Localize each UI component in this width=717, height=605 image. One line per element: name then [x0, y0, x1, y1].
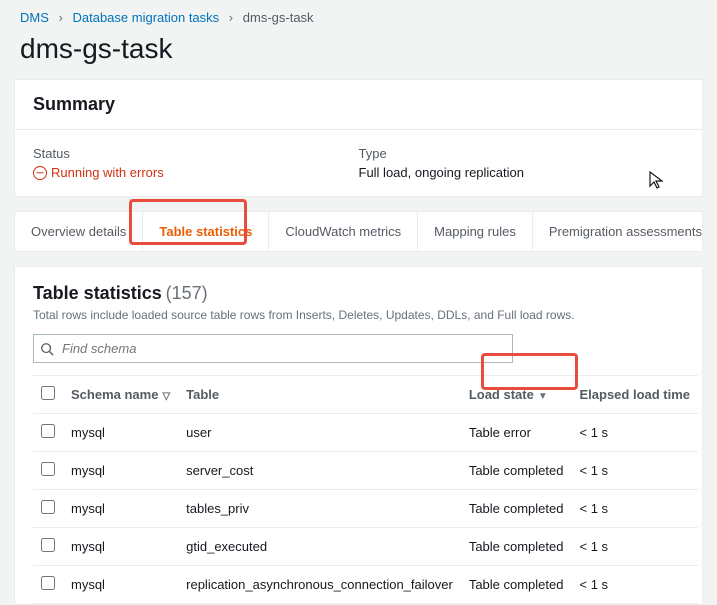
- tab-premigration-assessments[interactable]: Premigration assessments: [533, 212, 717, 251]
- stats-subtitle: Total rows include loaded source table r…: [33, 308, 684, 322]
- col-load-state[interactable]: Load state▼: [461, 376, 572, 414]
- table-row: mysqltables_privTable completed< 1 s: [33, 490, 698, 528]
- breadcrumb: DMS › Database migration tasks › dms-gs-…: [0, 0, 717, 29]
- sort-icon: ▽: [162, 391, 170, 402]
- error-icon: [33, 166, 47, 180]
- row-checkbox[interactable]: [41, 424, 55, 438]
- stats-title: Table statistics: [33, 283, 162, 303]
- cell-load-state: Table completed: [461, 490, 572, 528]
- col-table[interactable]: Table: [178, 376, 461, 414]
- breadcrumb-root[interactable]: DMS: [20, 10, 49, 25]
- chevron-right-icon: ›: [59, 10, 63, 25]
- row-checkbox[interactable]: [41, 500, 55, 514]
- cell-table: server_cost: [178, 452, 461, 490]
- status-text: Running with errors: [51, 165, 164, 180]
- tab-table-statistics[interactable]: Table statistics: [143, 212, 269, 251]
- status-label: Status: [33, 146, 359, 161]
- cell-load-state: Table completed: [461, 566, 572, 604]
- stats-count: (157): [166, 283, 208, 303]
- row-checkbox[interactable]: [41, 462, 55, 476]
- cell-table: replication_asynchronous_connection_fail…: [178, 566, 461, 604]
- tab-mapping-rules[interactable]: Mapping rules: [418, 212, 533, 251]
- cell-schema: mysql: [63, 452, 178, 490]
- breadcrumb-parent[interactable]: Database migration tasks: [72, 10, 219, 25]
- tab-overview-details[interactable]: Overview details: [15, 212, 143, 251]
- cell-schema: mysql: [63, 414, 178, 452]
- table-row: mysqluserTable error< 1 s: [33, 414, 698, 452]
- col-elapsed-load-time[interactable]: Elapsed load time: [571, 376, 698, 414]
- summary-panel: Summary Status Running with errors Type …: [14, 79, 703, 197]
- search-input[interactable]: [33, 334, 513, 363]
- cell-schema: mysql: [63, 566, 178, 604]
- summary-header: Summary: [15, 80, 702, 130]
- cell-table: user: [178, 414, 461, 452]
- type-value: Full load, ongoing replication: [359, 165, 685, 180]
- row-checkbox[interactable]: [41, 538, 55, 552]
- status-value: Running with errors: [33, 165, 359, 180]
- cell-table: gtid_executed: [178, 528, 461, 566]
- cell-load-state: Table completed: [461, 452, 572, 490]
- cell-elapsed: < 1 s: [571, 414, 698, 452]
- tab-cloudwatch-metrics[interactable]: CloudWatch metrics: [269, 212, 418, 251]
- table-row: mysqlserver_costTable completed< 1 s: [33, 452, 698, 490]
- cell-load-state: Table completed: [461, 528, 572, 566]
- cell-schema: mysql: [63, 528, 178, 566]
- cell-elapsed: < 1 s: [571, 490, 698, 528]
- cell-load-state: Table error: [461, 414, 572, 452]
- stats-table: Schema name▽ Table Load state▼ Elapsed l…: [33, 375, 698, 604]
- table-row: mysqlgtid_executedTable completed< 1 s: [33, 528, 698, 566]
- search-icon: [40, 342, 54, 356]
- cell-schema: mysql: [63, 490, 178, 528]
- cell-table: tables_priv: [178, 490, 461, 528]
- table-statistics-panel: Table statistics (157) Total rows includ…: [14, 266, 703, 605]
- table-row: mysqlreplication_asynchronous_connection…: [33, 566, 698, 604]
- sort-icon: ▼: [538, 391, 548, 402]
- chevron-right-icon: ›: [229, 10, 233, 25]
- type-label: Type: [359, 146, 685, 161]
- cell-elapsed: < 1 s: [571, 452, 698, 490]
- row-checkbox[interactable]: [41, 576, 55, 590]
- cell-elapsed: < 1 s: [571, 566, 698, 604]
- cell-elapsed: < 1 s: [571, 528, 698, 566]
- page-title: dms-gs-task: [0, 29, 717, 79]
- select-all-checkbox[interactable]: [41, 386, 55, 400]
- tabs: Overview details Table statistics CloudW…: [14, 211, 703, 252]
- col-schema-name[interactable]: Schema name▽: [63, 376, 178, 414]
- breadcrumb-current: dms-gs-task: [243, 10, 314, 25]
